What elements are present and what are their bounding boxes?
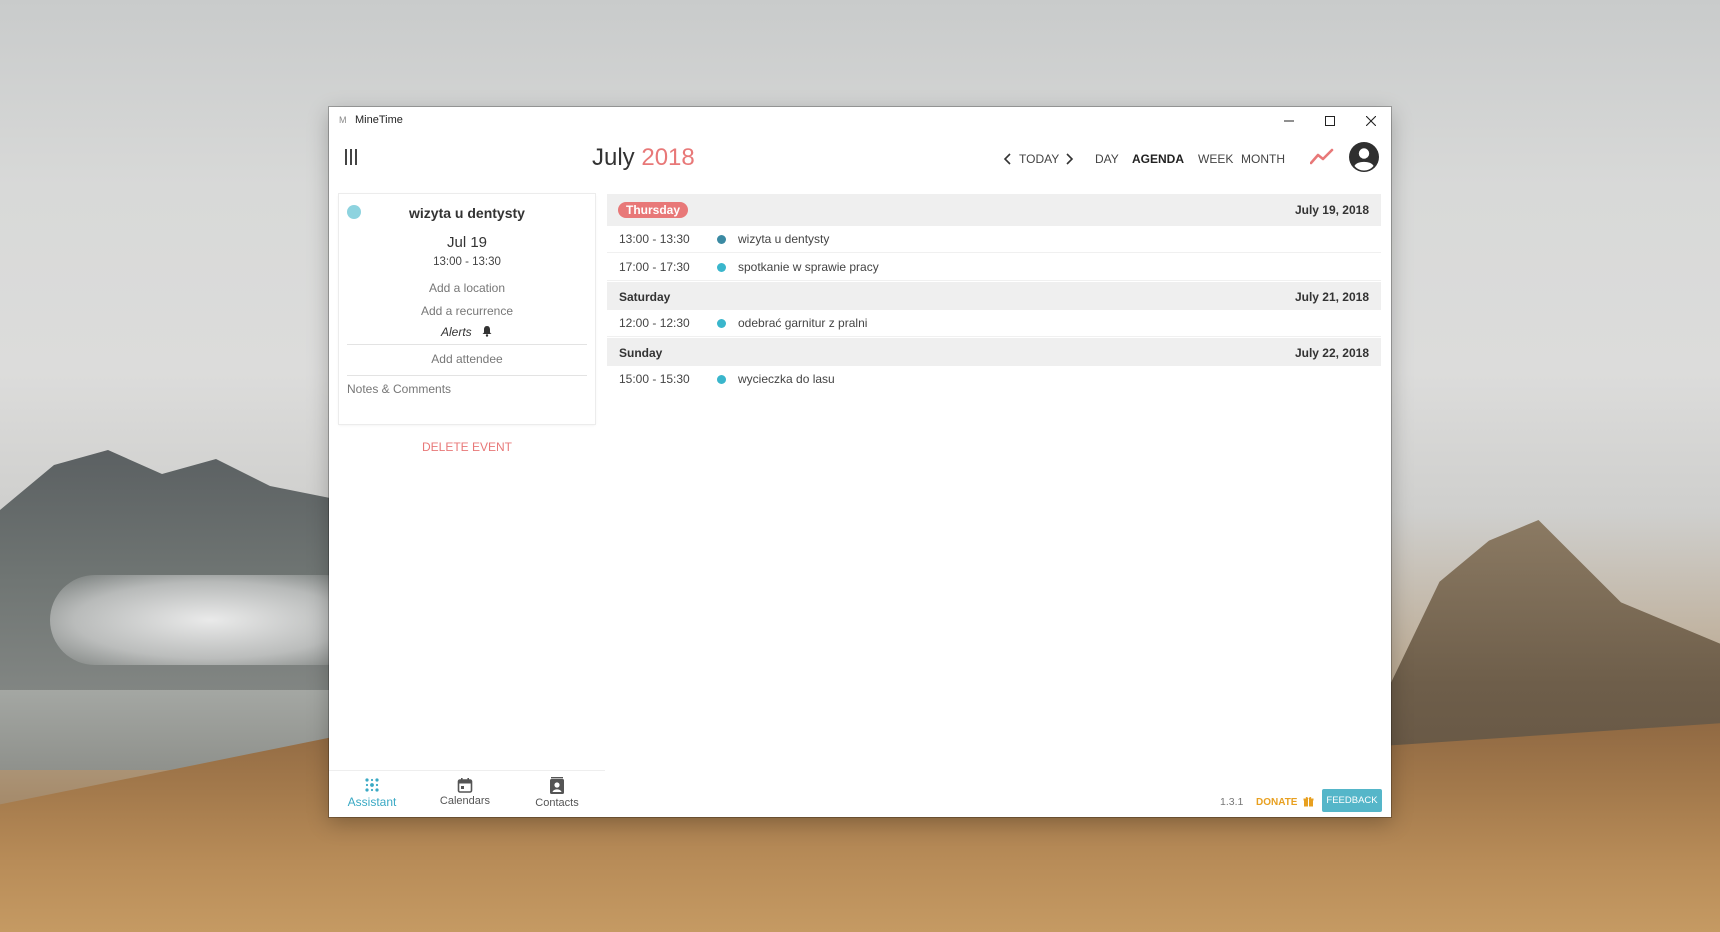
avatar-icon[interactable]	[1349, 142, 1379, 172]
day-date: July 22, 2018	[1294, 346, 1369, 360]
donate-button[interactable]: DONATE	[1256, 796, 1314, 808]
event-time[interactable]: 13:00 - 13:30	[339, 256, 595, 268]
page-title: July 2018	[592, 144, 695, 172]
divider	[347, 344, 587, 345]
title-bar[interactable]: M MineTime	[329, 107, 1391, 135]
calendar-icon	[457, 778, 473, 793]
background-cloud	[50, 575, 370, 665]
year-label: 2018	[641, 144, 695, 171]
tab-calendars[interactable]: Calendars	[425, 777, 505, 807]
minimize-button[interactable]	[1269, 107, 1309, 135]
add-location-field[interactable]: Add a location	[339, 281, 595, 295]
month-label: July	[592, 144, 635, 171]
bottom-tab-bar: Assistant Calendars Contacts	[329, 770, 605, 818]
app-icon: M	[339, 115, 347, 125]
tab-assistant[interactable]: Assistant	[332, 777, 412, 809]
alerts-field[interactable]: Alerts	[339, 325, 595, 339]
event-time: 12:00 - 12:30	[619, 316, 690, 330]
tab-day[interactable]: DAY	[1095, 152, 1119, 166]
tab-contacts[interactable]: Contacts	[517, 777, 597, 809]
tab-contacts-label: Contacts	[535, 797, 579, 809]
donate-label: DONATE	[1256, 797, 1298, 808]
day-name: Sunday	[619, 346, 663, 360]
event-detail-card: wizyta u dentysty Jul 19 13:00 - 13:30 A…	[339, 194, 595, 424]
alerts-label: Alerts	[440, 325, 472, 339]
add-recurrence-field[interactable]: Add a recurrence	[339, 304, 595, 318]
day-header-thursday: Thursday July 19, 2018	[607, 194, 1381, 226]
chevron-left-icon[interactable]	[1003, 152, 1012, 166]
maximize-icon	[1325, 116, 1335, 126]
event-time: 15:00 - 15:30	[619, 372, 690, 386]
trend-icon[interactable]	[1310, 148, 1334, 166]
tab-week[interactable]: WEEK	[1198, 152, 1233, 166]
contacts-icon	[550, 777, 564, 794]
close-icon	[1366, 116, 1376, 126]
day-header-sunday: Sunday July 22, 2018	[607, 338, 1381, 366]
event-time: 13:00 - 13:30	[619, 232, 690, 246]
tab-agenda[interactable]: AGENDA	[1132, 152, 1184, 166]
minimize-icon	[1284, 120, 1294, 122]
delete-event-button[interactable]: DELETE EVENT	[339, 440, 595, 454]
assistant-icon	[365, 778, 379, 792]
event-title[interactable]: wizyta u dentysty	[339, 205, 595, 221]
window-title: MineTime	[355, 114, 403, 126]
close-button[interactable]	[1351, 107, 1391, 135]
event-color-dot	[717, 319, 726, 328]
app-window: M MineTime July 2018 TODAY DAY AGENDA WE…	[329, 107, 1391, 817]
bell-icon	[482, 326, 492, 337]
event-title: wizyta u dentysty	[738, 232, 830, 246]
tab-month[interactable]: MONTH	[1241, 152, 1285, 166]
agenda-event-row[interactable]: 12:00 - 12:30 odebrać garnitur z pralni	[607, 310, 1381, 337]
version-label: 1.3.1	[1220, 796, 1244, 808]
event-time: 17:00 - 17:30	[619, 260, 690, 274]
agenda-event-row[interactable]: 13:00 - 13:30 wizyta u dentysty	[607, 226, 1381, 253]
menu-icon[interactable]	[345, 149, 359, 165]
tab-assistant-label: Assistant	[347, 795, 397, 809]
agenda-event-row[interactable]: 15:00 - 15:30 wycieczka do lasu	[607, 366, 1381, 392]
event-color-dot	[717, 263, 726, 272]
notes-field[interactable]: Notes & Comments	[347, 382, 451, 396]
event-date[interactable]: Jul 19	[339, 234, 595, 251]
tab-calendars-label: Calendars	[439, 795, 491, 807]
day-date: July 19, 2018	[1294, 203, 1369, 217]
day-header-saturday: Saturday July 21, 2018	[607, 282, 1381, 310]
day-name-today-badge: Thursday	[618, 202, 689, 218]
divider	[347, 375, 587, 376]
chevron-right-icon[interactable]	[1065, 152, 1074, 166]
maximize-button[interactable]	[1310, 107, 1350, 135]
event-title: spotkanie w sprawie pracy	[738, 260, 879, 274]
event-color-dot	[717, 375, 726, 384]
gift-icon	[1303, 796, 1314, 807]
day-date: July 21, 2018	[1294, 290, 1369, 304]
today-button[interactable]: TODAY	[1019, 152, 1059, 166]
day-name: Saturday	[619, 290, 671, 304]
agenda-event-row[interactable]: 17:00 - 17:30 spotkanie w sprawie pracy	[607, 254, 1381, 281]
add-attendee-field[interactable]: Add attendee	[339, 352, 595, 366]
event-title: wycieczka do lasu	[738, 372, 835, 386]
event-color-dot	[717, 235, 726, 244]
feedback-button[interactable]: FEEDBACK	[1322, 789, 1382, 812]
event-title: odebrać garnitur z pralni	[738, 316, 868, 330]
